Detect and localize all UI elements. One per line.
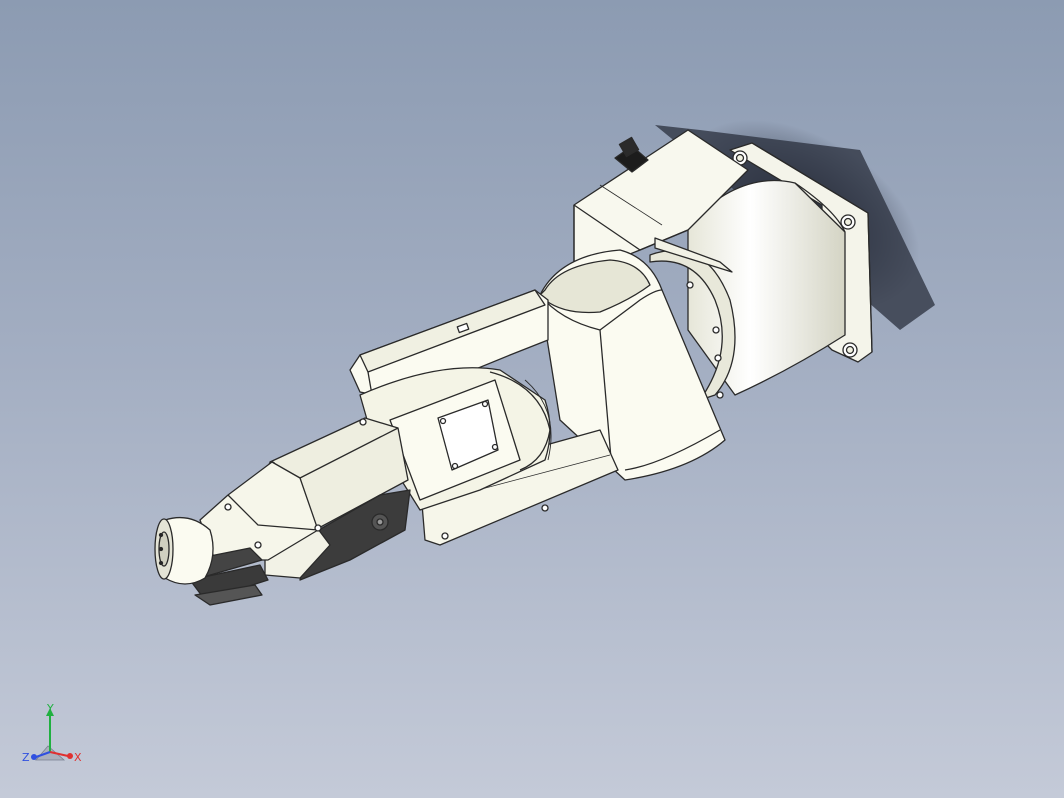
x-axis-label: X [74,751,82,764]
end-flange[interactable] [154,516,214,585]
z-axis-tip [31,754,37,760]
robot-arm-model[interactable] [0,0,1064,798]
axis-triad: Y X Z [22,702,82,764]
z-axis-label: Z [22,751,30,764]
x-axis-tip [67,753,73,759]
3d-viewport[interactable]: Y X Z [0,0,1064,798]
y-axis-label: Y [46,702,54,715]
